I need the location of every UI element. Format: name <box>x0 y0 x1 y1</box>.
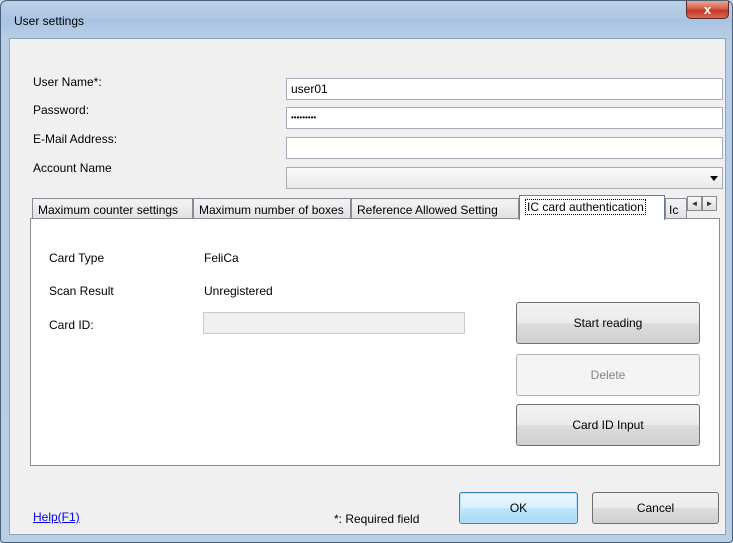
tab-label: Ic <box>669 203 679 217</box>
dialog-body: User Name*: user01 Password: ••••••••• E… <box>9 38 726 535</box>
card-type-value: FeliCa <box>204 251 239 265</box>
card-id-label: Card ID: <box>49 318 94 332</box>
delete-button: Delete <box>516 354 700 396</box>
user-settings-dialog: User settings x User Name*: user01 Passw… <box>0 0 733 543</box>
scan-result-value: Unregistered <box>204 284 273 298</box>
tab-maximum-number-of-boxes[interactable]: Maximum number of boxes <box>193 198 351 219</box>
tab-reference-allowed-setting[interactable]: Reference Allowed Setting <box>351 198 519 219</box>
account-name-select[interactable] <box>286 167 723 189</box>
tab-ic-partial[interactable]: Ic <box>665 198 687 219</box>
tab-scroll-right-icon[interactable]: ► <box>702 196 717 211</box>
ic-card-authentication-panel: Card Type FeliCa Scan Result Unregistere… <box>30 218 720 466</box>
tab-label: IC card authentication <box>525 199 646 215</box>
tab-label: Reference Allowed Setting <box>357 203 498 217</box>
window-title: User settings <box>14 14 85 28</box>
cancel-button[interactable]: Cancel <box>592 492 719 524</box>
ok-button[interactable]: OK <box>459 492 578 524</box>
card-type-label: Card Type <box>49 251 105 265</box>
close-button[interactable]: x <box>686 1 729 19</box>
chevron-down-icon <box>710 176 718 181</box>
tab-label: Maximum counter settings <box>38 203 179 217</box>
user-name-field[interactable]: user01 <box>286 78 723 100</box>
user-name-label: User Name*: <box>33 75 102 89</box>
required-field-note: *: Required field <box>334 512 420 526</box>
title-bar[interactable]: User settings x <box>1 1 732 37</box>
tab-maximum-counter-settings[interactable]: Maximum counter settings <box>32 198 193 219</box>
start-reading-button[interactable]: Start reading <box>516 302 700 344</box>
scan-result-label: Scan Result <box>49 284 114 298</box>
tab-label: Maximum number of boxes <box>199 203 344 217</box>
tab-ic-card-authentication[interactable]: IC card authentication <box>519 195 665 220</box>
card-id-input-button[interactable]: Card ID Input <box>516 404 700 446</box>
email-field[interactable] <box>286 137 723 159</box>
card-id-field <box>203 312 465 334</box>
account-name-label: Account Name <box>33 161 112 175</box>
email-label: E-Mail Address: <box>33 132 118 146</box>
password-label: Password: <box>33 103 90 117</box>
help-link[interactable]: Help(F1) <box>33 510 80 524</box>
password-field[interactable]: ••••••••• <box>286 107 723 129</box>
tab-scroll-left-icon[interactable]: ◄ <box>687 196 702 211</box>
